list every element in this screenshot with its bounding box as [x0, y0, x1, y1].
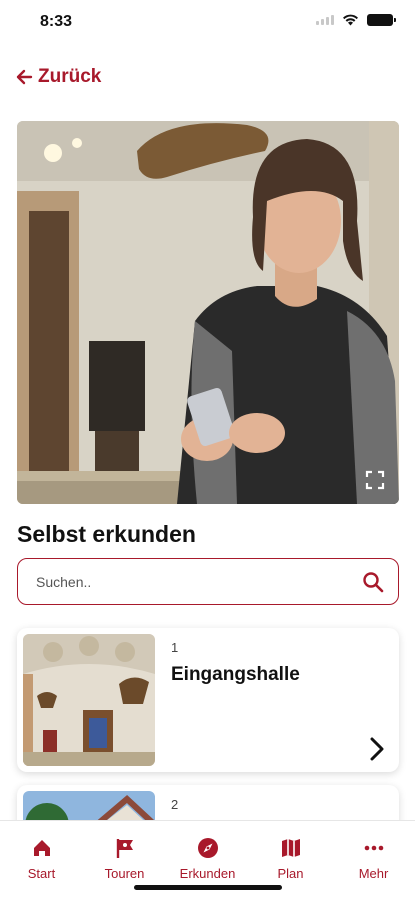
chevron-right-icon: [370, 737, 384, 761]
status-icons: [316, 14, 396, 26]
station-title: Eingangshalle: [171, 664, 300, 685]
home-icon: [33, 840, 50, 856]
status-time: 8:33: [40, 13, 73, 30]
signal-icon: [316, 15, 334, 25]
arrow-left-icon: [16, 69, 33, 85]
tab-label: Touren: [104, 866, 145, 881]
tab-label: Plan: [277, 866, 304, 881]
bottom-tab-bar: Start Touren Erkunden Plan Mehr: [0, 820, 415, 900]
tab-label: Erkunden: [179, 866, 236, 881]
back-button[interactable]: Zurück: [14, 66, 101, 88]
search-input[interactable]: [36, 573, 362, 590]
tab-label: Mehr: [358, 866, 389, 881]
search-bar[interactable]: [17, 558, 399, 605]
more-icon: [364, 845, 383, 851]
compass-icon: [197, 838, 218, 858]
status-bar: 8:33: [0, 0, 415, 46]
hero-photo: [17, 121, 399, 504]
back-label: Zurück: [38, 66, 102, 87]
tab-mehr[interactable]: Mehr: [332, 821, 415, 900]
wifi-icon: [343, 14, 358, 26]
hero-video[interactable]: [17, 121, 399, 504]
flag-icon: [116, 839, 133, 858]
tab-start[interactable]: Start: [0, 821, 83, 900]
battery-icon: [367, 14, 396, 26]
fullscreen-icon[interactable]: [365, 470, 385, 490]
map-icon: [281, 839, 300, 857]
search-icon[interactable]: [362, 571, 384, 593]
tab-label: Start: [27, 866, 56, 881]
section-title: Selbst erkunden: [17, 521, 196, 547]
station-thumbnail: [23, 634, 155, 766]
home-indicator[interactable]: [134, 885, 282, 890]
station-number: 1: [171, 640, 179, 655]
station-number: 2: [171, 797, 179, 812]
station-card[interactable]: 1 Eingangshalle: [17, 628, 399, 772]
